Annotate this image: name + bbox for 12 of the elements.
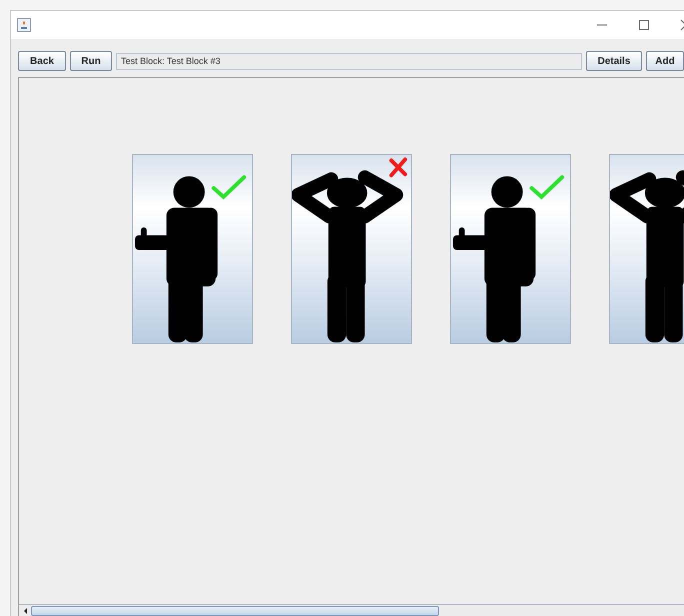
check-icon bbox=[530, 175, 564, 200]
app-icon bbox=[17, 18, 31, 32]
toolbar-button[interactable]: Back bbox=[18, 51, 66, 71]
toolbar-button[interactable]: Add bbox=[646, 51, 684, 71]
toolbar-button[interactable]: Run bbox=[70, 51, 112, 71]
maximize-icon[interactable] bbox=[638, 19, 650, 31]
path-field[interactable]: Test Block: Test Block #3 bbox=[116, 52, 582, 70]
horizontal-scrollbar[interactable] bbox=[19, 604, 684, 616]
scrollbar-thumb[interactable] bbox=[31, 606, 439, 616]
toolbar-button[interactable]: Details bbox=[586, 51, 642, 71]
check-icon bbox=[212, 175, 246, 200]
cross-icon bbox=[389, 158, 408, 178]
